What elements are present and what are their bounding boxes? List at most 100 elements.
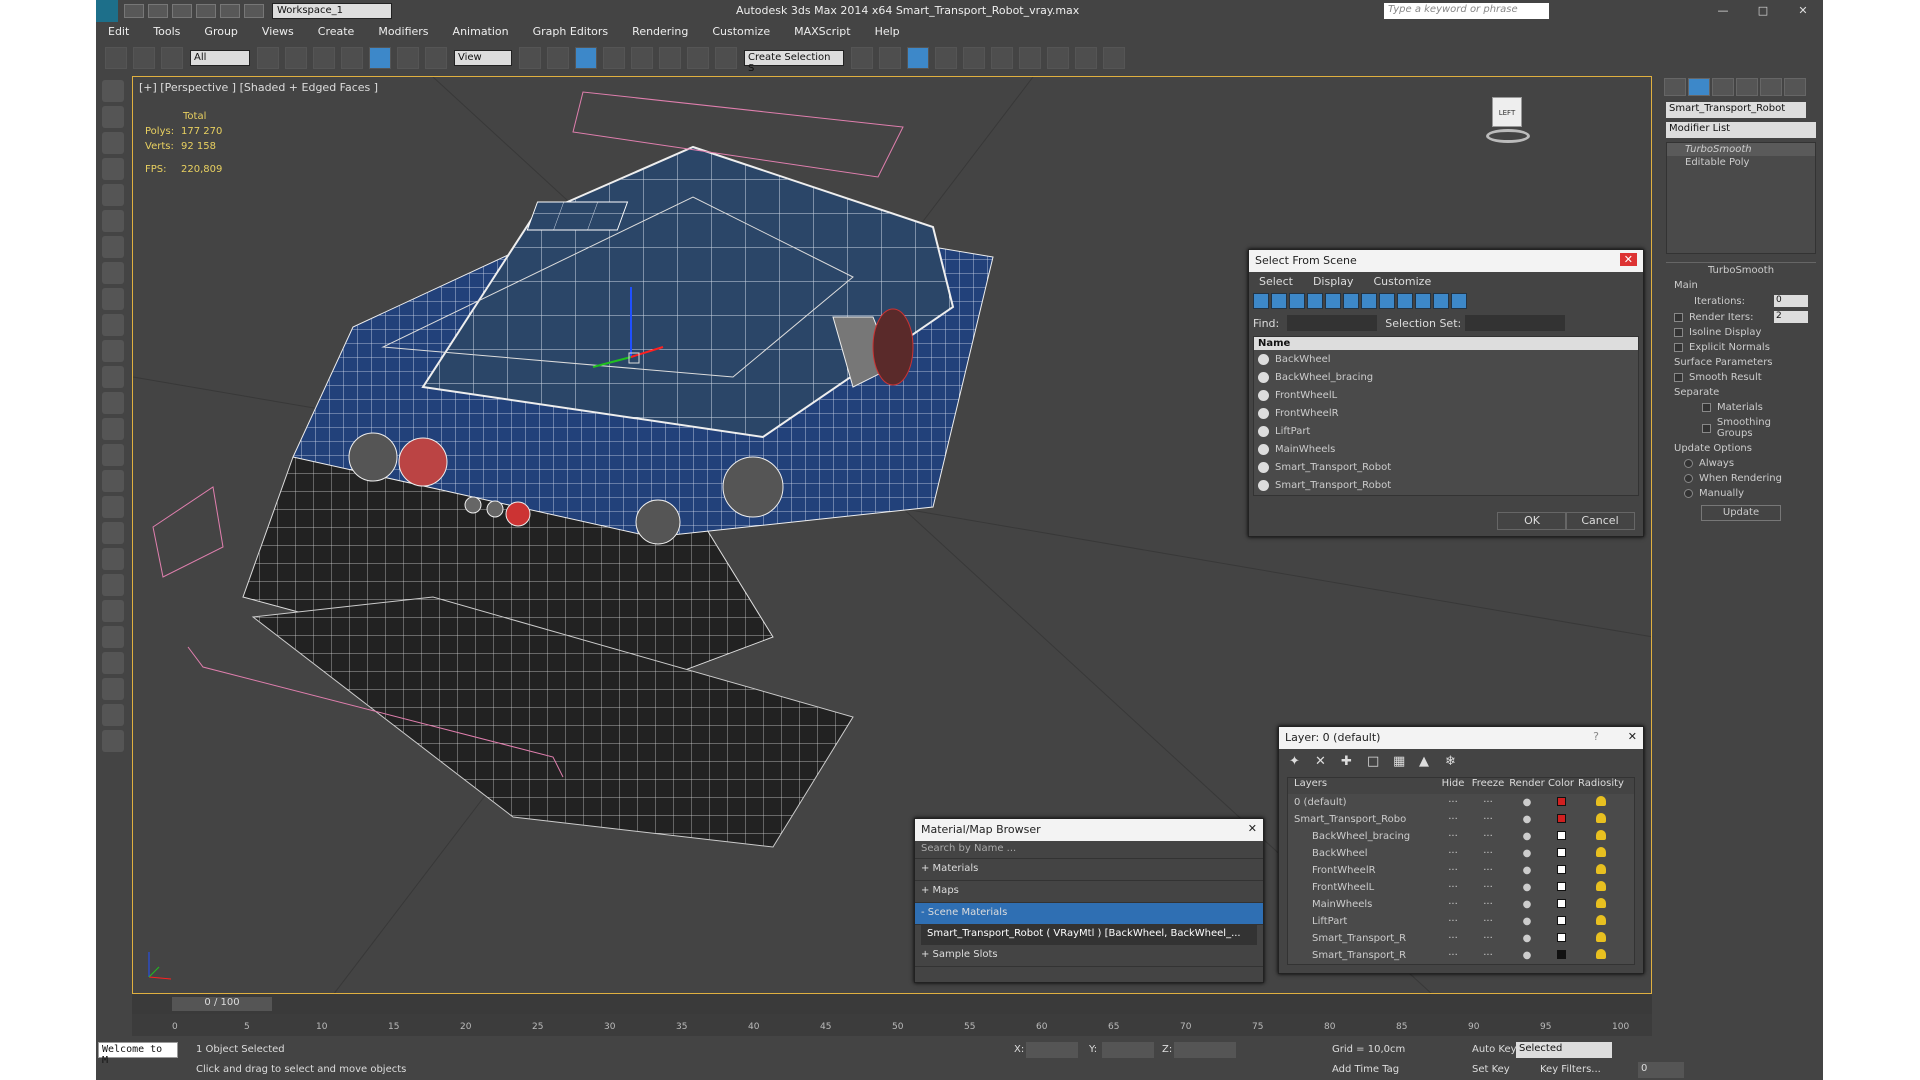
radiosity-bulb-icon[interactable]	[1576, 847, 1626, 860]
stack-item-turbosmooth[interactable]: TurboSmooth	[1667, 143, 1815, 156]
col-hide[interactable]: Hide	[1438, 778, 1468, 794]
systems-icon[interactable]	[102, 236, 124, 258]
hide-toggle[interactable]: ···	[1438, 797, 1468, 808]
freeze-toggle[interactable]: ···	[1468, 950, 1508, 961]
layer-row[interactable]: FrontWheelL ··· ··· ●	[1288, 879, 1634, 896]
wave-icon[interactable]	[102, 496, 124, 518]
filter-geometry-icon[interactable]	[1253, 293, 1269, 309]
layer-color-swatch[interactable]	[1546, 932, 1576, 945]
z-coord-field[interactable]	[1174, 1042, 1236, 1058]
materials-checkbox[interactable]	[1702, 403, 1711, 412]
select-objects-icon[interactable]: □	[1367, 754, 1387, 769]
create-camera-icon[interactable]	[102, 158, 124, 180]
rect-selection-icon[interactable]	[313, 47, 335, 69]
layer-row[interactable]: BackWheel ··· ··· ●	[1288, 845, 1634, 862]
pivot-center-icon[interactable]	[519, 47, 541, 69]
layer-color-swatch[interactable]	[1546, 813, 1576, 826]
layer-color-swatch[interactable]	[1546, 949, 1576, 962]
help-question[interactable]: ?	[1593, 730, 1599, 743]
col-color[interactable]: Color	[1546, 778, 1576, 794]
minimize-icon[interactable]: —	[1703, 0, 1743, 22]
key-mode-dropdown[interactable]: Selected	[1516, 1042, 1612, 1058]
maximize-icon[interactable]: □	[1743, 0, 1783, 22]
menu-help[interactable]: Help	[875, 25, 900, 38]
spinner-snap-icon[interactable]	[687, 47, 709, 69]
render-production-icon[interactable]	[1103, 47, 1125, 69]
filter-hidden-icon[interactable]	[1451, 293, 1467, 309]
freeze-toggle[interactable]: ···	[1468, 831, 1508, 842]
menu-rendering[interactable]: Rendering	[632, 25, 688, 38]
modify-tab-icon[interactable]	[1688, 78, 1710, 96]
layer-color-swatch[interactable]	[1546, 864, 1576, 877]
reactor-icon[interactable]	[102, 600, 124, 622]
col-freeze[interactable]: Freeze	[1468, 778, 1508, 794]
render-teapot-icon[interactable]: ●	[1508, 848, 1546, 859]
render-teapot-icon[interactable]: ●	[1508, 865, 1546, 876]
cancel-button[interactable]: Cancel	[1565, 512, 1635, 530]
highlight-layer-icon[interactable]: ▦	[1393, 754, 1413, 769]
maxscript-listener[interactable]: Welcome to M	[98, 1042, 178, 1066]
3dsmax-logo-icon[interactable]	[96, 0, 118, 22]
freeze-toggle[interactable]: ···	[1468, 848, 1508, 859]
selection-set-dropdown[interactable]	[1465, 315, 1566, 331]
schematic-view-icon[interactable]	[991, 47, 1013, 69]
col-layers[interactable]: Layers	[1288, 778, 1438, 794]
globe-icon[interactable]	[102, 678, 124, 700]
spacewarp-icon[interactable]	[102, 210, 124, 232]
hide-toggle[interactable]: ···	[1438, 950, 1468, 961]
iterations-spinner[interactable]: 0	[1774, 295, 1808, 307]
render-teapot-icon[interactable]: ●	[1508, 933, 1546, 944]
hide-toggle[interactable]: ···	[1438, 933, 1468, 944]
freeze-toggle[interactable]: ···	[1468, 814, 1508, 825]
track-bar[interactable]: 0 5 10 15 20 25 30 35 40 45 50 55 60 65 …	[132, 1014, 1652, 1036]
list-item[interactable]: FrontWheelR	[1254, 404, 1638, 422]
render-teapot-icon[interactable]: ●	[1508, 814, 1546, 825]
radiosity-bulb-icon[interactable]	[1576, 813, 1626, 826]
window-crossing-icon[interactable]	[341, 47, 363, 69]
freeze-toggle[interactable]: ···	[1468, 865, 1508, 876]
layer-color-swatch[interactable]	[1546, 898, 1576, 911]
viewport-label[interactable]: [+] [Perspective ] [Shaded + Edged Faces…	[139, 81, 378, 94]
sfs-menu-select[interactable]: Select	[1259, 275, 1293, 288]
radiosity-bulb-icon[interactable]	[1576, 949, 1626, 962]
radiosity-bulb-icon[interactable]	[1576, 864, 1626, 877]
torus-icon[interactable]	[102, 340, 124, 362]
current-frame-field[interactable]: 0	[1638, 1062, 1684, 1078]
selection-filter-dropdown[interactable]: All	[190, 50, 250, 66]
menu-customize[interactable]: Customize	[712, 25, 770, 38]
project-folder-icon[interactable]	[244, 4, 264, 18]
col-render[interactable]: Render	[1508, 778, 1546, 794]
radiosity-bulb-icon[interactable]	[1576, 796, 1626, 809]
scene-material-item[interactable]: Smart_Transport_Robot ( VRayMtl ) [BackW…	[921, 925, 1257, 945]
mirror-icon[interactable]	[851, 47, 873, 69]
move-icon[interactable]	[369, 47, 391, 69]
x-coord-field[interactable]	[1026, 1042, 1078, 1058]
smoothing-groups-checkbox[interactable]	[1702, 423, 1711, 433]
render-teapot-icon[interactable]: ●	[1508, 899, 1546, 910]
manually-radio[interactable]	[1684, 489, 1693, 498]
display-tab-icon[interactable]	[1760, 78, 1782, 96]
section-scene-materials[interactable]: - Scene Materials	[915, 903, 1263, 925]
when-rendering-radio[interactable]	[1684, 474, 1693, 483]
radiosity-bulb-icon[interactable]	[1576, 915, 1626, 928]
link-icon[interactable]	[105, 47, 127, 69]
section-maps[interactable]: + Maps	[915, 881, 1263, 903]
list-item[interactable]: BackWheel	[1254, 350, 1638, 368]
render-icon[interactable]	[102, 626, 124, 648]
list-item[interactable]: FrontWheelL	[1254, 386, 1638, 404]
layer-manager-icon[interactable]	[907, 47, 929, 69]
hide-toggle[interactable]: ···	[1438, 848, 1468, 859]
layer-row[interactable]: MainWheels ··· ··· ●	[1288, 896, 1634, 913]
hide-toggle[interactable]: ···	[1438, 814, 1468, 825]
filter-spacewarps-icon[interactable]	[1343, 293, 1359, 309]
utilities-tab-icon[interactable]	[1784, 78, 1806, 96]
stack-item-editable-poly[interactable]: Editable Poly	[1667, 156, 1815, 169]
material-search-input[interactable]: Search by Name ...	[915, 841, 1263, 859]
layer-color-swatch[interactable]	[1546, 881, 1576, 894]
new-layer-icon[interactable]: ✦	[1289, 754, 1309, 769]
menu-modifiers[interactable]: Modifiers	[378, 25, 428, 38]
sfs-menu-customize[interactable]: Customize	[1373, 275, 1431, 288]
menu-graph-editors[interactable]: Graph Editors	[533, 25, 609, 38]
hide-toggle[interactable]: ···	[1438, 865, 1468, 876]
isoline-checkbox[interactable]	[1674, 328, 1683, 337]
